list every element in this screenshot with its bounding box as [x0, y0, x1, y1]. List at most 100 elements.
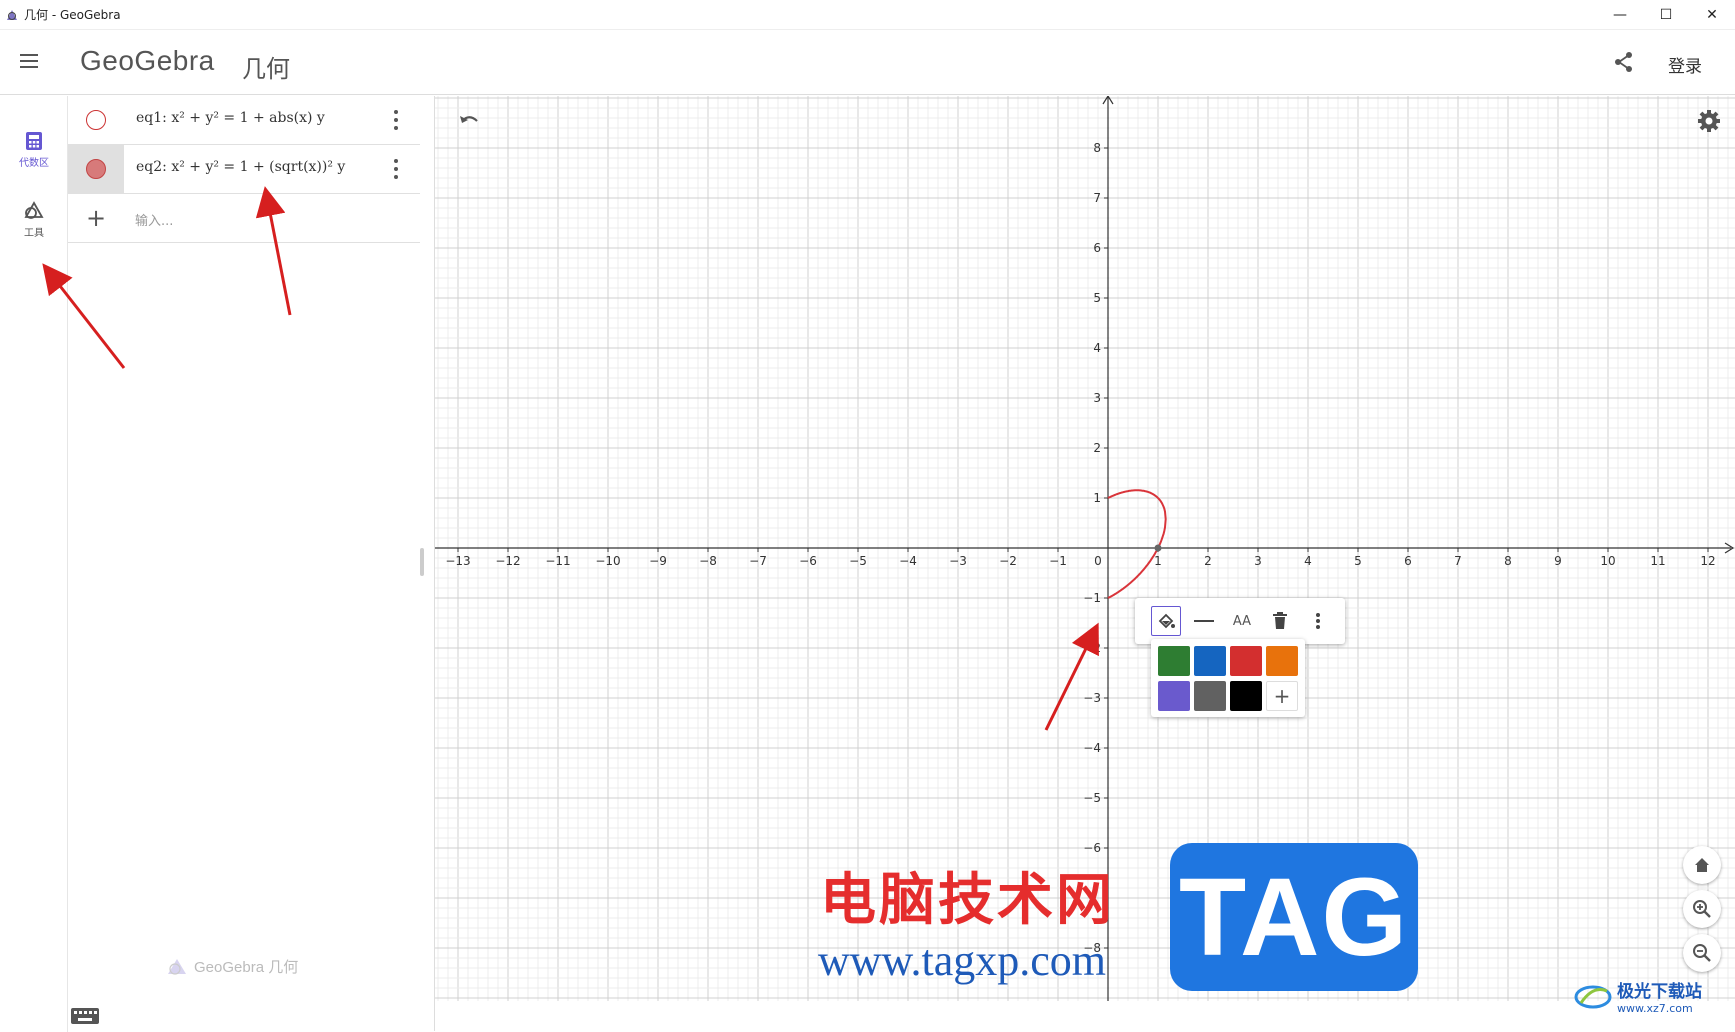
swatch-purple[interactable]: [1158, 681, 1190, 711]
x-tick-label: 8: [1504, 554, 1512, 568]
add-icon[interactable]: +: [86, 204, 106, 232]
rail-item-tools[interactable]: 工具: [0, 190, 68, 250]
x-tick-label: 12: [1700, 554, 1715, 568]
login-button[interactable]: 登录: [1668, 52, 1702, 77]
x-tick-label: −6: [799, 554, 817, 568]
rail-item-label: 工具: [24, 228, 44, 239]
maximize-button[interactable]: ☐: [1643, 0, 1689, 30]
fill-color-icon: [1158, 613, 1175, 629]
x-tick-label: −10: [595, 554, 620, 568]
x-tick-label: 3: [1254, 554, 1262, 568]
x-tick-label: 6: [1404, 554, 1412, 568]
keyboard-icon[interactable]: [70, 1006, 100, 1026]
x-tick-label: −2: [999, 554, 1017, 568]
close-button[interactable]: ✕: [1689, 0, 1735, 30]
gear-icon[interactable]: [1696, 108, 1722, 134]
x-tick-label: −3: [949, 554, 967, 568]
marble-icon: [86, 159, 106, 179]
zoom-in-icon: [1693, 900, 1711, 918]
swatch-gray[interactable]: [1194, 681, 1226, 711]
style-bar: AA: [1135, 598, 1345, 644]
rail-item-label: 代数区: [19, 158, 49, 169]
app-name: 几何: [242, 55, 290, 83]
x-tick-label: 11: [1650, 554, 1665, 568]
panel-resize-handle[interactable]: [420, 548, 424, 576]
footer-logo: GeoGebra 几何: [166, 956, 298, 977]
text-size-button[interactable]: AA: [1227, 606, 1257, 636]
marble-icon: [86, 110, 106, 130]
more-options-icon[interactable]: [392, 108, 400, 132]
geogebra-app-icon: [7, 9, 17, 20]
custom-color-button[interactable]: +: [1266, 681, 1298, 711]
eq2-curve: [1107, 489, 1167, 599]
y-tick-label: 6: [1093, 241, 1101, 255]
y-tick-label: 7: [1093, 191, 1101, 205]
line-style-icon: [1194, 620, 1214, 622]
shapes-icon: [24, 201, 44, 219]
x-tick-label: −7: [749, 554, 767, 568]
swatch-green[interactable]: [1158, 646, 1190, 676]
algebra-input-row[interactable]: + 输入...: [68, 194, 420, 243]
y-tick-label: 4: [1093, 341, 1101, 355]
x-tick-label: 2: [1204, 554, 1212, 568]
intersection-point: [1154, 544, 1162, 552]
x-tick-label: −8: [699, 554, 717, 568]
watermark-tag-logo: TAG: [1170, 843, 1418, 991]
x-tick-label: −9: [649, 554, 667, 568]
x-tick-label: 5: [1354, 554, 1362, 568]
swatch-red[interactable]: [1230, 646, 1262, 676]
swatch-orange[interactable]: [1266, 646, 1298, 676]
window-titlebar: 几何 - GeoGebra — ☐ ✕: [0, 0, 1735, 30]
x-tick-label: −4: [899, 554, 917, 568]
algebra-row-eq1[interactable]: eq1: x² + y² = 1 + abs(x) y: [68, 96, 420, 145]
x-tick-label: −5: [849, 554, 867, 568]
zoom-out-icon: [1693, 944, 1711, 962]
y-tick-label: −3: [1083, 691, 1101, 705]
corner-watermark: 极光下载站 www.xz7.com: [1573, 977, 1702, 1015]
share-icon[interactable]: [1612, 50, 1636, 74]
window-title: 几何 - GeoGebra: [24, 8, 121, 22]
y-tick-label: −4: [1083, 741, 1101, 755]
y-tick-label: −1: [1083, 591, 1101, 605]
algebra-row-eq2[interactable]: eq2: x² + y² = 1 + (sqrt(x))² y: [68, 145, 420, 194]
corner-watermark-icon: [1574, 985, 1612, 1009]
algebra-input[interactable]: 输入...: [135, 210, 173, 229]
swatch-blue[interactable]: [1194, 646, 1226, 676]
x-tick-label: 0: [1094, 554, 1102, 568]
x-tick-label: 10: [1600, 554, 1615, 568]
algebra-expression[interactable]: eq1: x² + y² = 1 + abs(x) y: [136, 110, 325, 126]
visibility-toggle[interactable]: [68, 145, 124, 193]
minimize-button[interactable]: —: [1597, 0, 1643, 30]
x-tick-label: −11: [545, 554, 570, 568]
y-tick-label: −2: [1083, 641, 1101, 655]
app-header: GeoGebra 几何 登录: [0, 30, 1735, 95]
home-view-button[interactable]: [1683, 846, 1721, 884]
zoom-out-button[interactable]: [1683, 934, 1721, 972]
undo-icon[interactable]: [457, 110, 481, 134]
corner-watermark-url: www.xz7.com: [1617, 1002, 1693, 1015]
visibility-toggle[interactable]: [68, 96, 124, 144]
y-tick-label: 3: [1093, 391, 1101, 405]
fill-color-button[interactable]: [1151, 606, 1181, 636]
x-tick-label: 1: [1154, 554, 1162, 568]
corner-watermark-cn: 极光下载站: [1617, 982, 1702, 1002]
algebra-panel: eq1: x² + y² = 1 + abs(x) y eq2: x² + y²…: [68, 96, 424, 1032]
algebra-expression[interactable]: eq2: x² + y² = 1 + (sqrt(x))² y: [136, 159, 345, 175]
line-style-button[interactable]: [1189, 606, 1219, 636]
zoom-in-button[interactable]: [1683, 890, 1721, 928]
more-icon: [1316, 613, 1320, 629]
swatch-black[interactable]: [1230, 681, 1262, 711]
text-size-label: AA: [1232, 613, 1252, 629]
x-tick-label: −12: [495, 554, 520, 568]
geogebra-logo[interactable]: GeoGebra: [80, 45, 215, 77]
geogebra-window: 几何 - GeoGebra — ☐ ✕ GeoGebra 几何 登录 代数区 工…: [0, 0, 1735, 1032]
hamburger-menu-icon[interactable]: [18, 48, 44, 74]
y-tick-label: 5: [1093, 291, 1101, 305]
y-tick-label: 1: [1093, 491, 1101, 505]
x-tick-label: 9: [1554, 554, 1562, 568]
rail-item-algebra[interactable]: 代数区: [0, 120, 68, 180]
more-button[interactable]: [1303, 606, 1333, 636]
delete-button[interactable]: [1265, 606, 1295, 636]
x-tick-label: 4: [1304, 554, 1312, 568]
more-options-icon[interactable]: [392, 157, 400, 181]
